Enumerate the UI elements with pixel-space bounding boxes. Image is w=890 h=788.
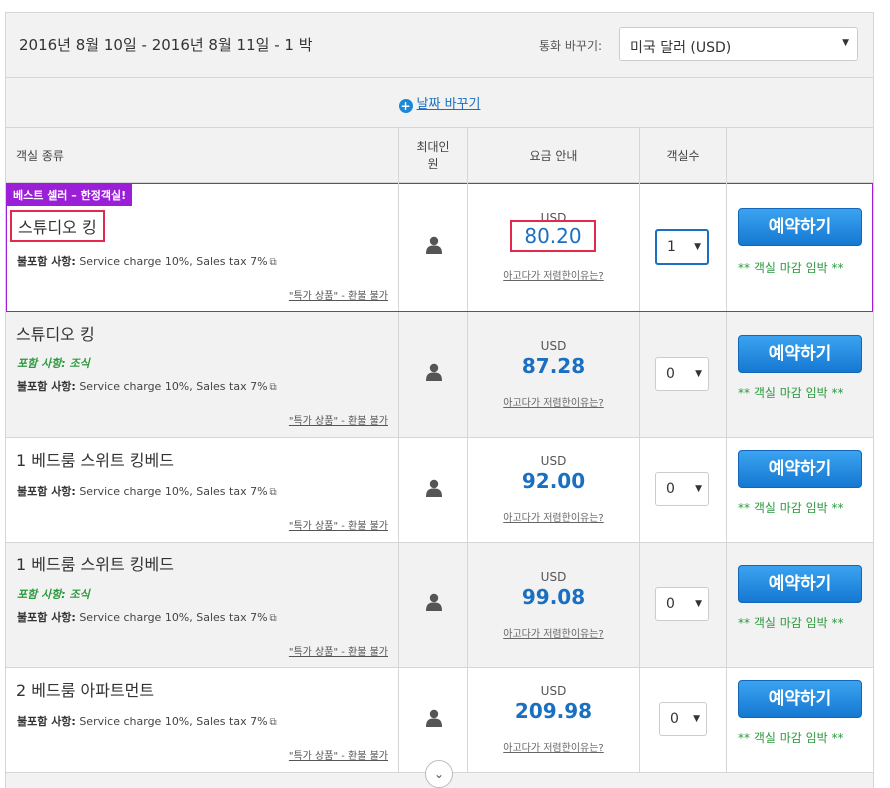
price-value: 87.28 — [521, 354, 586, 378]
external-link-icon[interactable]: ⧉ — [270, 717, 277, 728]
book-button[interactable]: 예약하기 — [738, 565, 862, 603]
closing-soon-notice: ** 객실 마감 임박 ** — [738, 731, 844, 745]
closing-soon-notice: ** 객실 마감 임박 ** — [738, 386, 844, 400]
room-name[interactable]: 스튜디오 킹 — [16, 321, 95, 345]
room-name[interactable]: 1 베드룸 스위트 킹베드 — [16, 551, 174, 575]
price-currency: USD — [540, 570, 567, 584]
person-icon — [426, 236, 442, 254]
currency-value: 미국 달러 (USD) — [630, 40, 732, 56]
room-name[interactable]: 1 베드룸 스위트 킹베드 — [16, 447, 174, 471]
caret-down-icon: ▼ — [693, 714, 700, 724]
quantity-select[interactable]: 0 ▼ — [655, 587, 709, 621]
person-icon — [426, 709, 442, 727]
why-cheap-link[interactable]: 아고다가 저렴한이유는? — [468, 394, 639, 409]
excluded-items: 불포함 사항: Service charge 10%, Sales tax 7%… — [17, 255, 277, 268]
header-max-guests: 최대인원 — [399, 128, 468, 182]
quantity-select[interactable]: 1 ▼ — [655, 229, 709, 265]
quantity-select[interactable]: 0 ▼ — [655, 472, 709, 506]
date-range: 2016년 8월 10일 - 2016년 8월 11일 - 1 박 — [19, 36, 313, 54]
why-cheap-link[interactable]: 아고다가 저렴한이유는? — [468, 739, 639, 754]
non-refundable-link[interactable]: "특가 상품" - 환불 불가 — [289, 747, 388, 762]
caret-down-icon: ▼ — [695, 599, 702, 609]
header-room-type: 객실 종류 — [6, 128, 399, 182]
closing-soon-notice: ** 객실 마감 임박 ** — [738, 501, 844, 515]
quantity-select[interactable]: 0 ▼ — [659, 702, 707, 736]
non-refundable-link[interactable]: "특가 상품" - 환불 불가 — [289, 643, 388, 658]
non-refundable-link[interactable]: "특가 상품" - 환불 불가 — [289, 412, 388, 427]
currency-select[interactable]: 미국 달러 (USD) ▼ — [619, 27, 858, 61]
scroll-down-chevron-icon[interactable]: ⌄ — [425, 760, 453, 788]
table-row: 2 베드룸 아파트먼트 불포함 사항: Service charge 10%, … — [6, 668, 873, 773]
room-name[interactable]: 2 베드룸 아파트먼트 — [16, 677, 154, 701]
price-value: 209.98 — [514, 699, 593, 723]
table-row: 1 베드룸 스위트 킹베드 포함 사항: 조식 불포함 사항: Service … — [6, 543, 873, 668]
person-icon — [426, 593, 442, 611]
why-cheap-link[interactable]: 아고다가 저렴한이유는? — [468, 509, 639, 524]
included-items: 포함 사항: 조식 — [17, 588, 90, 601]
price-value: 92.00 — [521, 469, 586, 493]
price-currency: USD — [540, 339, 567, 353]
price-currency: USD — [540, 454, 567, 468]
header-price-info: 요금 안내 — [468, 128, 640, 182]
caret-down-icon: ▼ — [842, 38, 849, 48]
date-change-bar: + 날짜 바꾸기 — [6, 78, 873, 128]
closing-soon-notice: ** 객실 마감 임박 ** — [738, 616, 844, 630]
price-value: 99.08 — [521, 585, 586, 609]
why-cheap-link[interactable]: 아고다가 저렴한이유는? — [468, 267, 639, 282]
caret-down-icon: ▼ — [695, 369, 702, 379]
person-icon — [426, 479, 442, 497]
room-selection-panel: 2016년 8월 10일 - 2016년 8월 11일 - 1 박 통화 바꾸기… — [5, 12, 874, 788]
excluded-items: 불포함 사항: Service charge 10%, Sales tax 7%… — [17, 380, 277, 393]
price-currency: USD — [540, 684, 567, 698]
book-button[interactable]: 예약하기 — [738, 680, 862, 718]
book-button[interactable]: 예약하기 — [738, 335, 862, 373]
quantity-select[interactable]: 0 ▼ — [655, 357, 709, 391]
closing-soon-notice: ** 객실 마감 임박 ** — [738, 261, 844, 275]
table-row: 베스트 셀러 – 한정객실! 스튜디오 킹 불포함 사항: Service ch… — [6, 183, 873, 312]
bestseller-badge: 베스트 셀러 – 한정객실! — [7, 184, 133, 206]
header-book — [727, 128, 873, 182]
excluded-items: 불포함 사항: Service charge 10%, Sales tax 7%… — [17, 715, 277, 728]
table-row: 1 베드룸 스위트 킹베드 불포함 사항: Service charge 10%… — [6, 438, 873, 543]
price-value: 80.20 — [510, 220, 596, 252]
excluded-items: 불포함 사항: Service charge 10%, Sales tax 7%… — [17, 485, 277, 498]
room-name[interactable]: 스튜디오 킹 — [10, 210, 105, 242]
why-cheap-link[interactable]: 아고다가 저렴한이유는? — [468, 625, 639, 640]
included-items: 포함 사항: 조식 — [17, 357, 90, 370]
caret-down-icon: ▼ — [695, 484, 702, 494]
excluded-items: 불포함 사항: Service charge 10%, Sales tax 7%… — [17, 611, 277, 624]
external-link-icon[interactable]: ⧉ — [270, 487, 277, 498]
non-refundable-link[interactable]: "특가 상품" - 환불 불가 — [289, 517, 388, 532]
stay-summary-bar: 2016년 8월 10일 - 2016년 8월 11일 - 1 박 통화 바꾸기… — [6, 13, 873, 78]
currency-label: 통화 바꾸기: — [539, 39, 603, 53]
non-refundable-link[interactable]: "특가 상품" - 환불 불가 — [289, 287, 388, 302]
table-row: 스튜디오 킹 포함 사항: 조식 불포함 사항: Service charge … — [6, 312, 873, 438]
caret-down-icon: ▼ — [694, 242, 701, 252]
external-link-icon[interactable]: ⧉ — [270, 257, 277, 268]
change-dates-link[interactable]: 날짜 바꾸기 — [417, 97, 481, 112]
book-button[interactable]: 예약하기 — [738, 450, 862, 488]
plus-circle-icon[interactable]: + — [398, 99, 413, 113]
table-header: 객실 종류 최대인원 요금 안내 객실수 — [6, 128, 873, 183]
external-link-icon[interactable]: ⧉ — [270, 382, 277, 393]
person-icon — [426, 363, 442, 381]
external-link-icon[interactable]: ⧉ — [270, 613, 277, 624]
book-button[interactable]: 예약하기 — [738, 208, 862, 246]
header-num-rooms: 객실수 — [640, 128, 727, 182]
